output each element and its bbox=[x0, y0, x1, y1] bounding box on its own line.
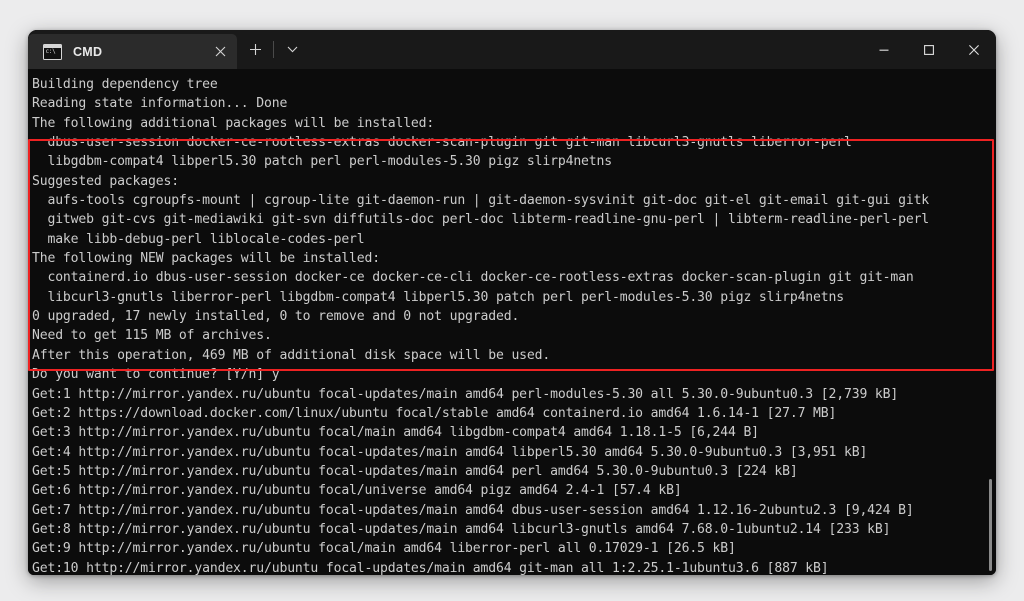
terminal-line: Get:9 http://mirror.yandex.ru/ubuntu foc… bbox=[32, 541, 736, 557]
new-tab-button[interactable] bbox=[237, 30, 273, 69]
close-tab-icon[interactable] bbox=[203, 34, 237, 69]
terminal-line: Get:8 http://mirror.yandex.ru/ubuntu foc… bbox=[32, 521, 891, 537]
maximize-button[interactable] bbox=[906, 30, 951, 69]
terminal-line: Reading state information... Done bbox=[32, 96, 288, 112]
terminal-line: After this operation, 469 MB of addition… bbox=[32, 347, 551, 363]
terminal-line: make libb-debug-perl liblocale-codes-per… bbox=[32, 231, 365, 247]
terminal-line: Get:2 https://download.docker.com/linux/… bbox=[32, 405, 837, 421]
terminal-line: libcurl3-gnutls liberror-perl libgdbm-co… bbox=[32, 289, 844, 305]
tab-cmd[interactable]: CMD bbox=[28, 34, 237, 69]
terminal-line: Get:4 http://mirror.yandex.ru/ubuntu foc… bbox=[32, 444, 868, 460]
title-bar: CMD bbox=[28, 30, 996, 69]
terminal-line: Suggested packages: bbox=[32, 173, 179, 189]
minimize-button[interactable] bbox=[861, 30, 906, 69]
terminal-line: containerd.io dbus-user-session docker-c… bbox=[32, 270, 914, 286]
terminal-line: aufs-tools cgroupfs-mount | cgroup-lite … bbox=[32, 193, 930, 209]
terminal-line: Building dependency tree bbox=[32, 77, 218, 92]
terminal-line: gitweb git-cvs git-mediawiki git-svn dif… bbox=[32, 212, 930, 228]
terminal-window: CMD bbox=[28, 30, 996, 575]
tab-title: CMD bbox=[73, 44, 103, 59]
close-window-button[interactable] bbox=[951, 30, 996, 69]
terminal-line: Get:10 http://mirror.yandex.ru/ubuntu fo… bbox=[32, 560, 829, 575]
window-controls bbox=[861, 30, 996, 69]
terminal-line: The following additional packages will b… bbox=[32, 115, 435, 131]
scrollbar[interactable] bbox=[986, 69, 994, 575]
terminal-line: Get:6 http://mirror.yandex.ru/ubuntu foc… bbox=[32, 483, 682, 499]
terminal-line: 0 upgraded, 17 newly installed, 0 to rem… bbox=[32, 309, 520, 325]
terminal-line: The following NEW packages will be insta… bbox=[32, 251, 380, 267]
terminal-output-area[interactable]: Building dependency tree Reading state in… bbox=[28, 69, 996, 575]
terminal-line: Get:1 http://mirror.yandex.ru/ubuntu foc… bbox=[32, 386, 899, 402]
scrollbar-thumb[interactable] bbox=[989, 479, 992, 571]
terminal-line: Get:7 http://mirror.yandex.ru/ubuntu foc… bbox=[32, 502, 914, 518]
cmd-terminal-icon bbox=[43, 43, 62, 60]
terminal-line: dbus-user-session docker-ce-rootless-ext… bbox=[32, 135, 852, 151]
terminal-line: libgdbm-compat4 libperl5.30 patch perl p… bbox=[32, 154, 612, 170]
chevron-down-icon[interactable] bbox=[274, 30, 310, 69]
terminal-line: Get:3 http://mirror.yandex.ru/ubuntu foc… bbox=[32, 425, 759, 441]
terminal-line: Get:5 http://mirror.yandex.ru/ubuntu foc… bbox=[32, 463, 798, 479]
terminal-line: Need to get 115 MB of archives. bbox=[32, 328, 272, 344]
terminal-line: Do you want to continue? [Y/n] y bbox=[32, 367, 280, 383]
console-text: Building dependency tree Reading state in… bbox=[32, 75, 996, 575]
